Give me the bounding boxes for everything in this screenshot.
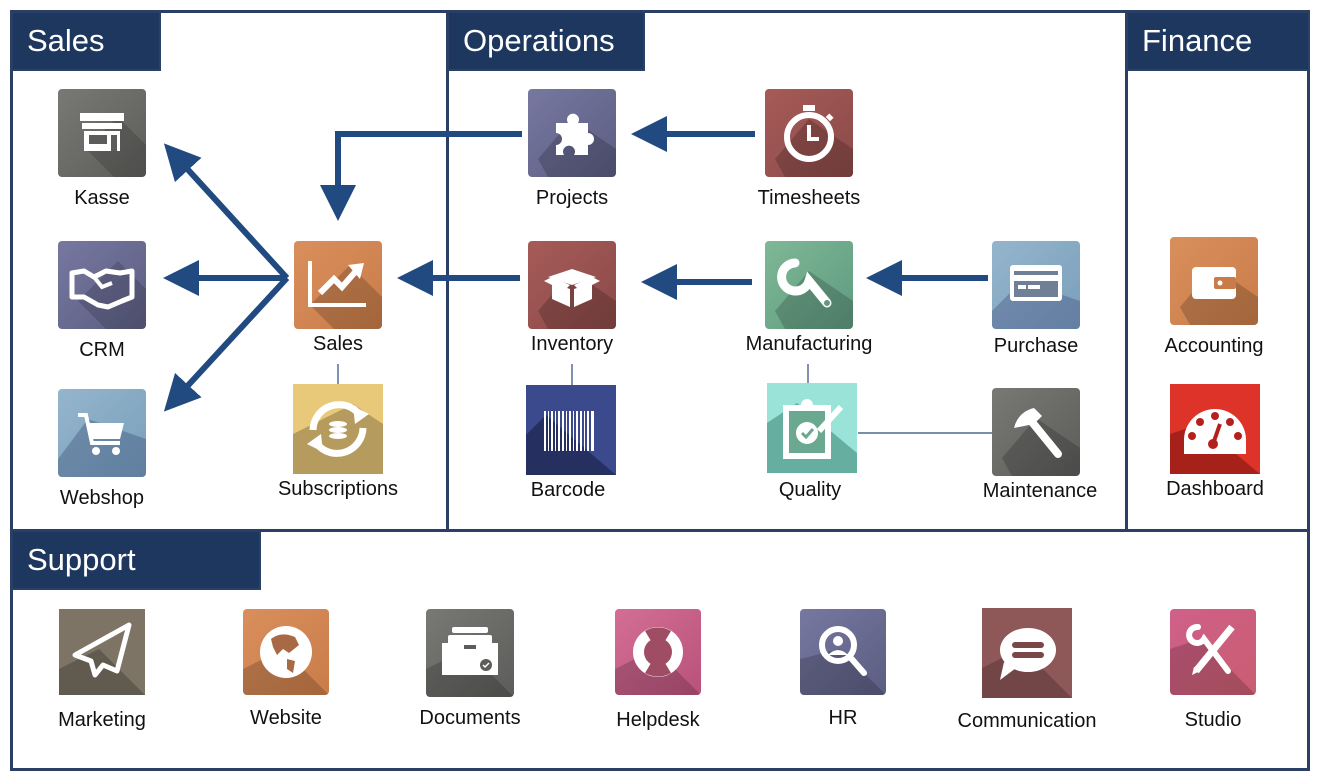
app-quality[interactable]: Quality — [732, 383, 892, 502]
app-label: Studio — [1184, 709, 1242, 731]
app-sales[interactable]: Sales — [258, 241, 418, 356]
app-label: Marketing — [58, 709, 146, 731]
hammer-icon — [1002, 408, 1080, 476]
file-drawer-icon — [426, 627, 514, 697]
recurring-coins-icon — [293, 401, 383, 474]
app-label: HR — [828, 707, 858, 729]
app-marketing[interactable]: Marketing — [22, 609, 182, 732]
sales-section-title: Sales — [13, 13, 161, 71]
app-manufacturing[interactable]: Manufacturing — [729, 241, 889, 356]
app-label: Sales — [312, 333, 364, 355]
lifebuoy-icon — [615, 627, 701, 695]
globe-icon — [243, 626, 329, 695]
clipboard-check-icon — [767, 399, 857, 473]
handshake-icon — [69, 261, 146, 329]
open-box-icon — [538, 269, 616, 329]
search-person-icon — [800, 626, 886, 695]
app-documents[interactable]: Documents — [390, 609, 550, 730]
app-label: Subscriptions — [277, 478, 399, 500]
puzzle-piece-icon — [538, 113, 616, 177]
support-section-title: Support — [13, 532, 261, 590]
operations-section-title: Operations — [449, 13, 645, 71]
app-accounting[interactable]: Accounting — [1134, 237, 1294, 358]
app-dashboard[interactable]: Dashboard — [1135, 384, 1295, 501]
app-hr[interactable]: HR — [763, 609, 923, 730]
app-helpdesk[interactable]: Helpdesk — [578, 609, 738, 732]
app-purchase[interactable]: Purchase — [956, 241, 1116, 358]
app-label: Barcode — [530, 479, 606, 501]
app-label: Projects — [535, 187, 609, 209]
app-label: Accounting — [1164, 335, 1264, 357]
trending-chart-icon — [308, 261, 382, 329]
app-label: Timesheets — [757, 187, 861, 209]
shopping-cart-icon — [58, 413, 146, 477]
app-kasse[interactable]: Kasse — [22, 89, 182, 210]
app-subscriptions[interactable]: Subscriptions — [258, 384, 418, 501]
app-studio[interactable]: Studio — [1133, 609, 1293, 732]
stopwatch-icon — [775, 105, 853, 177]
app-barcode[interactable]: Barcode — [491, 385, 651, 502]
app-communication[interactable]: Communication — [947, 608, 1107, 733]
app-label: Communication — [957, 710, 1097, 732]
app-webshop[interactable]: Webshop — [22, 389, 182, 510]
app-label: Kasse — [74, 187, 130, 209]
chat-bubble-icon — [982, 628, 1072, 698]
store-icon — [80, 113, 146, 177]
tools-icon — [1170, 623, 1256, 695]
app-label: Website — [250, 707, 322, 729]
app-label: Helpdesk — [616, 709, 700, 731]
app-label: Manufacturing — [745, 333, 873, 355]
credit-card-icon — [992, 265, 1080, 329]
wrench-icon — [775, 258, 853, 329]
app-crm[interactable]: CRM — [22, 241, 182, 362]
app-label: Dashboard — [1166, 478, 1264, 500]
app-inventory[interactable]: Inventory — [492, 241, 652, 356]
finance-section-title: Finance — [1128, 13, 1310, 71]
app-label: Inventory — [530, 333, 614, 355]
app-timesheets[interactable]: Timesheets — [729, 89, 889, 210]
gauge-icon — [1170, 409, 1260, 474]
app-projects[interactable]: Projects — [492, 89, 652, 210]
barcode-icon — [526, 411, 616, 475]
app-label: Webshop — [59, 487, 145, 509]
app-label: Purchase — [993, 335, 1079, 357]
app-label: Quality — [778, 479, 842, 501]
paper-plane-icon — [59, 622, 145, 695]
app-label: Maintenance — [982, 480, 1098, 502]
app-maintenance[interactable]: Maintenance — [956, 388, 1116, 503]
app-website[interactable]: Website — [206, 609, 366, 730]
app-label: Documents — [419, 707, 521, 729]
wallet-icon — [1180, 267, 1258, 325]
app-label: CRM — [79, 339, 125, 361]
